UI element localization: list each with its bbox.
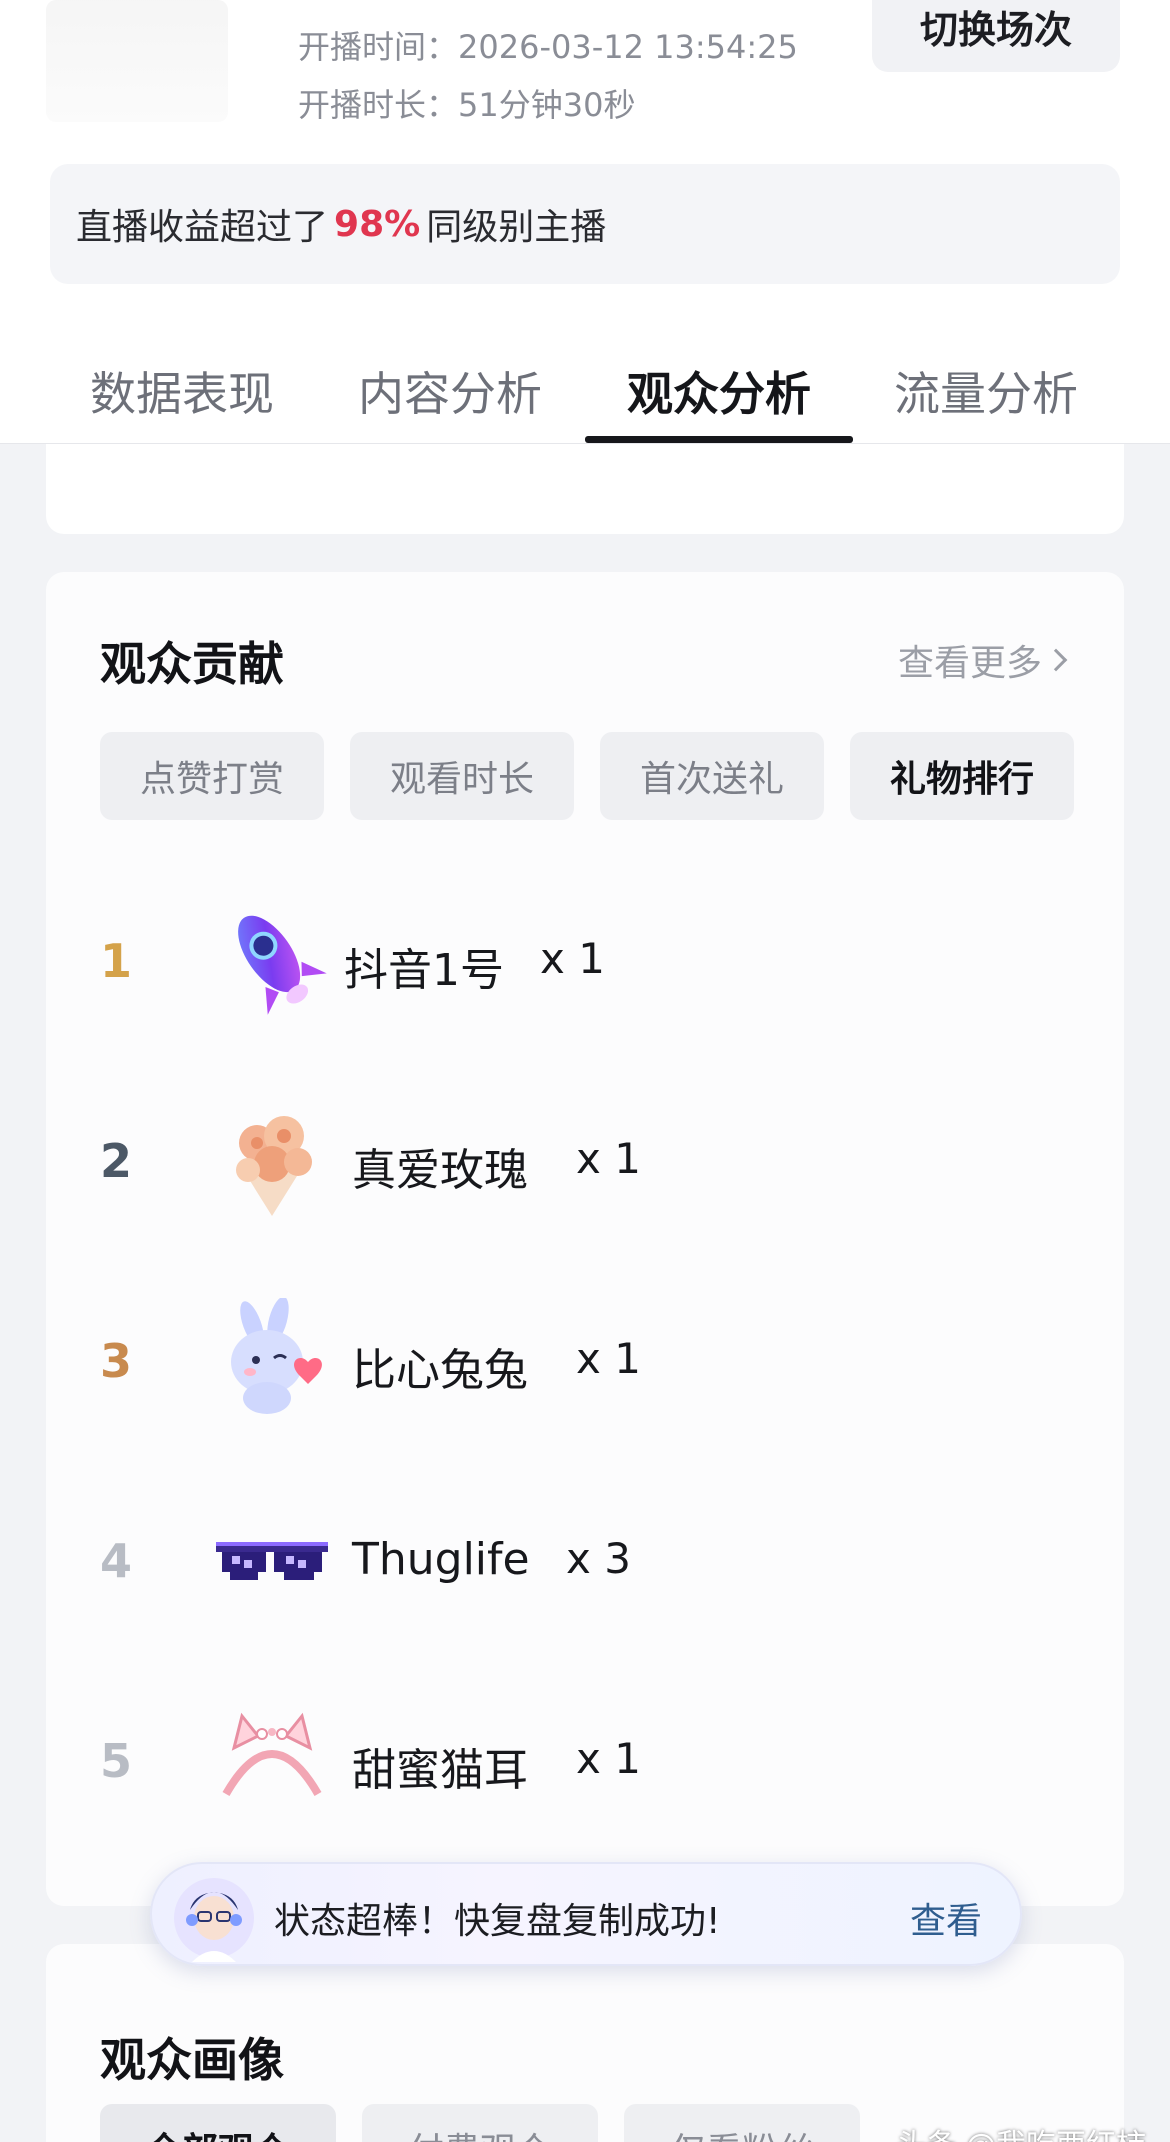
- filter-gift-ranking[interactable]: 礼物排行: [850, 732, 1074, 820]
- revenue-percent: 98%: [334, 203, 421, 245]
- chevron-right-icon: [1044, 648, 1068, 672]
- card-title: 观众贡献: [100, 637, 284, 691]
- source-watermark: 头条 @我吃西红柿: [896, 2120, 1146, 2142]
- gift-count: x 1: [576, 1134, 641, 1183]
- tab-data-performance[interactable]: 数据表现: [48, 358, 316, 424]
- tab-content-analysis[interactable]: 内容分析: [316, 358, 584, 424]
- live-session-header: 开播时间：2026-03-12 13:54:25 开播时长：51分钟30秒 切换…: [0, 0, 1170, 444]
- contribution-filter-chips: 点赞打赏 观看时长 首次送礼 礼物排行: [100, 732, 1074, 820]
- gift-count: x 1: [576, 1334, 641, 1383]
- live-cover-thumbnail: [46, 0, 228, 122]
- gift-name: 甜蜜猫耳: [352, 1745, 528, 1796]
- switch-session-button[interactable]: 切换场次: [872, 0, 1120, 72]
- audience-contribution-card: 观众贡献 查看更多 点赞打赏 观看时长 首次送礼 礼物排行 1 抖音1号 x 1…: [46, 572, 1124, 1906]
- rose-bouquet-gift-icon: [236, 1116, 312, 1216]
- list-item: 2 真爱玫瑰 x 1: [100, 1098, 1000, 1228]
- toast-message: 状态超棒！快复盘复制成功!: [274, 1901, 721, 1942]
- filter-all-audience[interactable]: 全部观众: [100, 2104, 336, 2142]
- start-time-text: 开播时间：2026-03-12 13:54:25: [298, 28, 798, 66]
- audience-portrait-card: 观众画像 全部观众 付费观众 仅看粉丝: [46, 1944, 1124, 2142]
- gift-count: x 1: [576, 1734, 641, 1783]
- rocket-gift-icon: [238, 915, 327, 1015]
- duration-text: 开播时长：51分钟30秒: [298, 86, 636, 124]
- gift-name: 抖音1号: [344, 945, 504, 996]
- gift-name: Thuglife: [352, 1534, 530, 1585]
- see-more-label: 查看更多: [897, 643, 1042, 684]
- list-item: 4 Thuglife x 3: [100, 1498, 1000, 1628]
- gift-count: x 3: [566, 1534, 631, 1583]
- revenue-summary-banner: 直播收益超过了 98% 同级别主播: [50, 164, 1120, 284]
- active-tab-indicator: [585, 436, 853, 443]
- portrait-filter-chips: 全部观众 付费观众 仅看粉丝: [100, 2104, 860, 2142]
- toast-view-button[interactable]: 查看: [910, 1892, 982, 1944]
- analysis-tabs: 数据表现 内容分析 观众分析 流量分析: [0, 340, 1170, 444]
- rank-number: 5: [100, 1734, 133, 1788]
- tab-audience-analysis[interactable]: 观众分析: [585, 358, 853, 424]
- card-title: 观众画像: [100, 2033, 284, 2087]
- previous-card-bottom: [46, 444, 1124, 534]
- rank-number: 2: [100, 1134, 133, 1188]
- rank-number: 3: [100, 1334, 133, 1388]
- success-toast: 状态超棒！快复盘复制成功! 查看: [150, 1862, 1022, 1966]
- filter-paying-audience[interactable]: 付费观众: [362, 2104, 598, 2142]
- revenue-prefix: 直播收益超过了: [76, 207, 329, 248]
- filter-likes-tips[interactable]: 点赞打赏: [100, 732, 324, 820]
- list-item: 1 抖音1号 x 1: [100, 898, 1000, 1028]
- gift-count: x 1: [540, 934, 605, 983]
- pixel-sunglasses-gift-icon: [216, 1542, 328, 1580]
- filter-first-gift[interactable]: 首次送礼: [600, 732, 824, 820]
- tab-traffic-analysis[interactable]: 流量分析: [852, 358, 1120, 424]
- list-item: 5 甜蜜猫耳 x 1: [100, 1698, 1000, 1828]
- rank-number: 4: [100, 1534, 133, 1588]
- list-item: 3 比心兔兔 x 1: [100, 1298, 1000, 1428]
- heart-bunny-gift-icon: [231, 1298, 322, 1414]
- revenue-suffix: 同级别主播: [426, 207, 607, 248]
- cat-ear-headband-gift-icon: [222, 1712, 322, 1796]
- rank-number: 1: [100, 934, 133, 988]
- gift-name: 比心兔兔: [352, 1345, 528, 1396]
- see-more-link[interactable]: 查看更多: [897, 634, 1068, 686]
- filter-watch-time[interactable]: 观看时长: [350, 732, 574, 820]
- filter-fans-only[interactable]: 仅看粉丝: [624, 2104, 860, 2142]
- assistant-avatar-icon: [174, 1878, 254, 1962]
- gift-name: 真爱玫瑰: [352, 1145, 528, 1196]
